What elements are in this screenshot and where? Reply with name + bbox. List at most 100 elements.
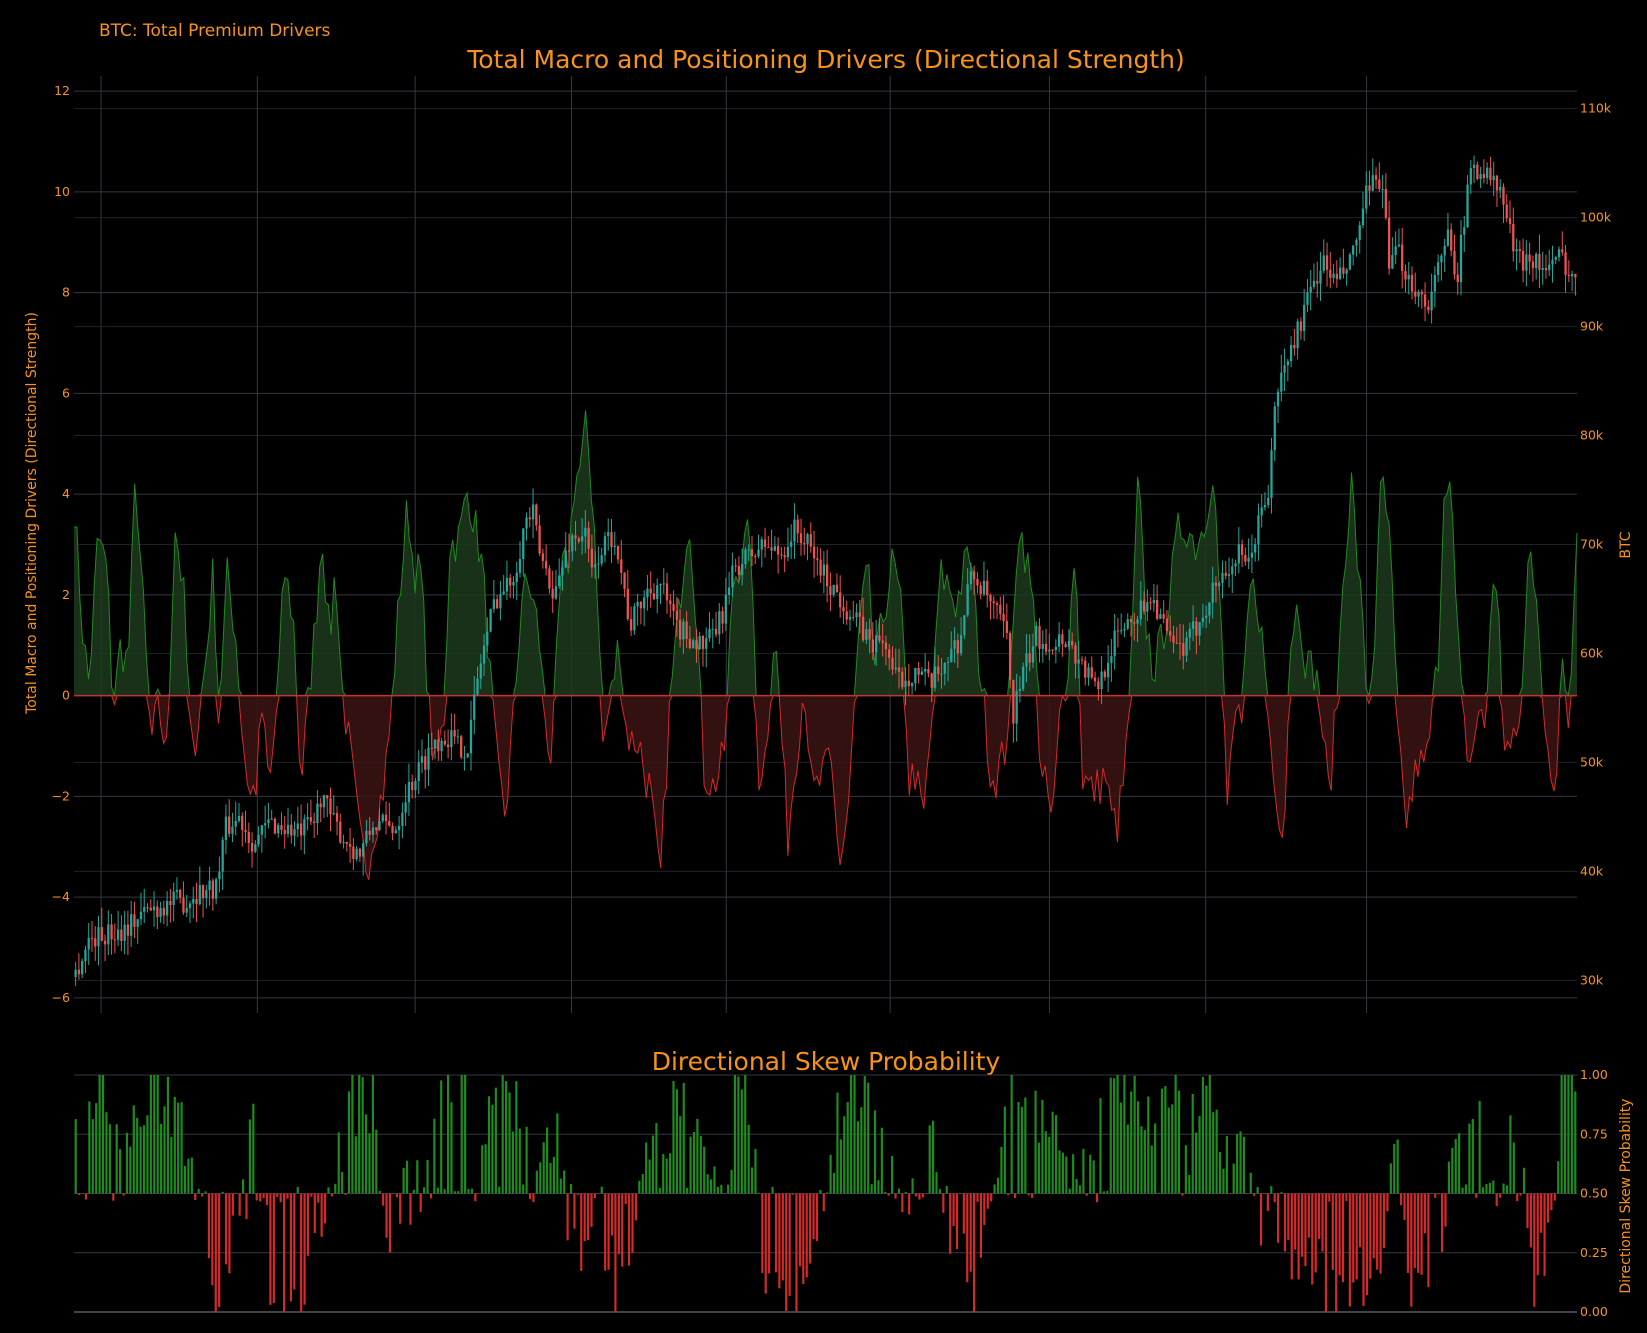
main-left-tick-label: 4 — [62, 486, 70, 501]
skew-bar — [1324, 1193, 1328, 1312]
skew-bar — [559, 1178, 562, 1194]
btc-candle-body — [760, 539, 763, 550]
skew-bar — [607, 1193, 610, 1270]
skew-bar — [925, 1193, 928, 1194]
main-left-tick-label: −2 — [52, 788, 70, 803]
btc-candle-body — [221, 839, 224, 872]
skew-right-axis: 0.00 0.25 0.50 0.75 1.00 — [1580, 1067, 1608, 1319]
btc-candle-body — [100, 927, 103, 941]
skew-bar — [610, 1193, 614, 1236]
btc-candle-body — [986, 580, 989, 596]
btc-candle-body — [316, 803, 319, 824]
btc-candle-body — [731, 565, 734, 588]
btc-candle-body — [920, 671, 924, 675]
btc-candle-body — [829, 586, 832, 595]
skew-bar — [1232, 1163, 1235, 1194]
btc-candle-body — [1169, 631, 1172, 636]
btc-candle-body — [747, 549, 750, 551]
btc-candle-body — [646, 588, 649, 598]
skew-bar — [539, 1162, 542, 1194]
skew-bar — [867, 1082, 870, 1194]
skew-bar — [453, 1191, 456, 1194]
skew-bar — [1300, 1193, 1304, 1257]
btc-candle-body — [790, 541, 793, 547]
skew-bar — [136, 1117, 139, 1194]
skew-bar — [1109, 1077, 1112, 1194]
btc-candle-body — [446, 744, 450, 748]
btc-candle-body — [326, 795, 329, 799]
btc-candle-body — [1417, 291, 1420, 297]
skew-bar — [153, 1075, 156, 1194]
btc-candle-body — [175, 889, 179, 892]
skew-bar — [785, 1193, 788, 1312]
btc-candle-body — [1048, 649, 1051, 652]
btc-candle-body — [544, 560, 548, 569]
btc-candle-body — [1551, 259, 1554, 265]
btc-candle-body — [195, 898, 198, 905]
btc-candle-body — [607, 532, 610, 537]
skew-bar — [911, 1178, 914, 1194]
skew-bar — [1546, 1193, 1550, 1223]
btc-candle-body — [332, 813, 335, 815]
btc-candle-body — [1371, 175, 1374, 191]
btc-candle-body — [440, 740, 443, 752]
skew-bar — [412, 1189, 415, 1194]
btc-candle-body — [688, 638, 692, 649]
btc-candle-body — [558, 575, 561, 587]
skew-bar — [761, 1193, 764, 1273]
skew-bar — [101, 1075, 105, 1194]
btc-candle-body — [1267, 497, 1270, 506]
btc-candle-body — [1521, 250, 1525, 271]
btc-candle-body — [1106, 662, 1110, 678]
skew-bar — [1082, 1148, 1085, 1194]
btc-candle-body — [1231, 566, 1234, 575]
skew-bar — [535, 1170, 538, 1194]
btc-candle-body — [698, 635, 701, 650]
btc-candle-body — [1093, 677, 1097, 682]
btc-candle-body — [1518, 249, 1521, 251]
main-left-tick-label: 8 — [62, 285, 70, 300]
btc-candle-body — [711, 628, 714, 630]
skew-bar — [583, 1193, 586, 1242]
skew-bar — [177, 1102, 180, 1194]
skew-bar — [1505, 1185, 1509, 1194]
btc-candle-body — [613, 545, 616, 548]
btc-candle-body — [1025, 653, 1028, 667]
btc-candle-body — [1303, 304, 1306, 331]
skew-bar — [358, 1075, 361, 1194]
btc-candle-body — [1005, 621, 1008, 633]
skew-bar — [805, 1193, 808, 1278]
skew-bar — [1092, 1160, 1095, 1194]
skew-bar — [1031, 1193, 1034, 1198]
btc-candle-body — [1178, 642, 1182, 644]
btc-candle-body — [107, 924, 110, 945]
btc-candle-body — [992, 601, 995, 604]
btc-candle-body — [1358, 225, 1361, 240]
btc-candle-body — [214, 879, 218, 899]
btc-candle-body — [522, 528, 525, 560]
skew-bar — [183, 1165, 187, 1194]
btc-candle-body — [1221, 572, 1224, 583]
skew-bar — [450, 1102, 453, 1194]
skew-bar — [508, 1092, 511, 1194]
btc-candle-body — [1071, 640, 1074, 646]
btc-candle-body — [130, 914, 133, 936]
skew-bar — [149, 1075, 152, 1194]
skew-bar — [979, 1193, 983, 1258]
btc-candle-body — [1263, 505, 1267, 508]
btc-candle-body — [1492, 175, 1495, 181]
btc-candle-body — [1525, 254, 1528, 271]
btc-candle-body — [1031, 646, 1035, 663]
skew-bar — [1188, 1174, 1191, 1194]
btc-tick-label: 90k — [1580, 319, 1604, 334]
btc-candle-body — [250, 842, 254, 852]
btc-candle-body — [159, 908, 162, 918]
skew-bar — [460, 1075, 463, 1194]
btc-candle-body — [884, 642, 888, 650]
skew-bar — [569, 1184, 573, 1194]
skew-bar — [341, 1172, 344, 1194]
btc-candle-body — [1469, 168, 1472, 185]
skew-bar — [446, 1075, 450, 1194]
btc-candle-body — [822, 564, 826, 576]
skew-bar — [426, 1159, 429, 1194]
